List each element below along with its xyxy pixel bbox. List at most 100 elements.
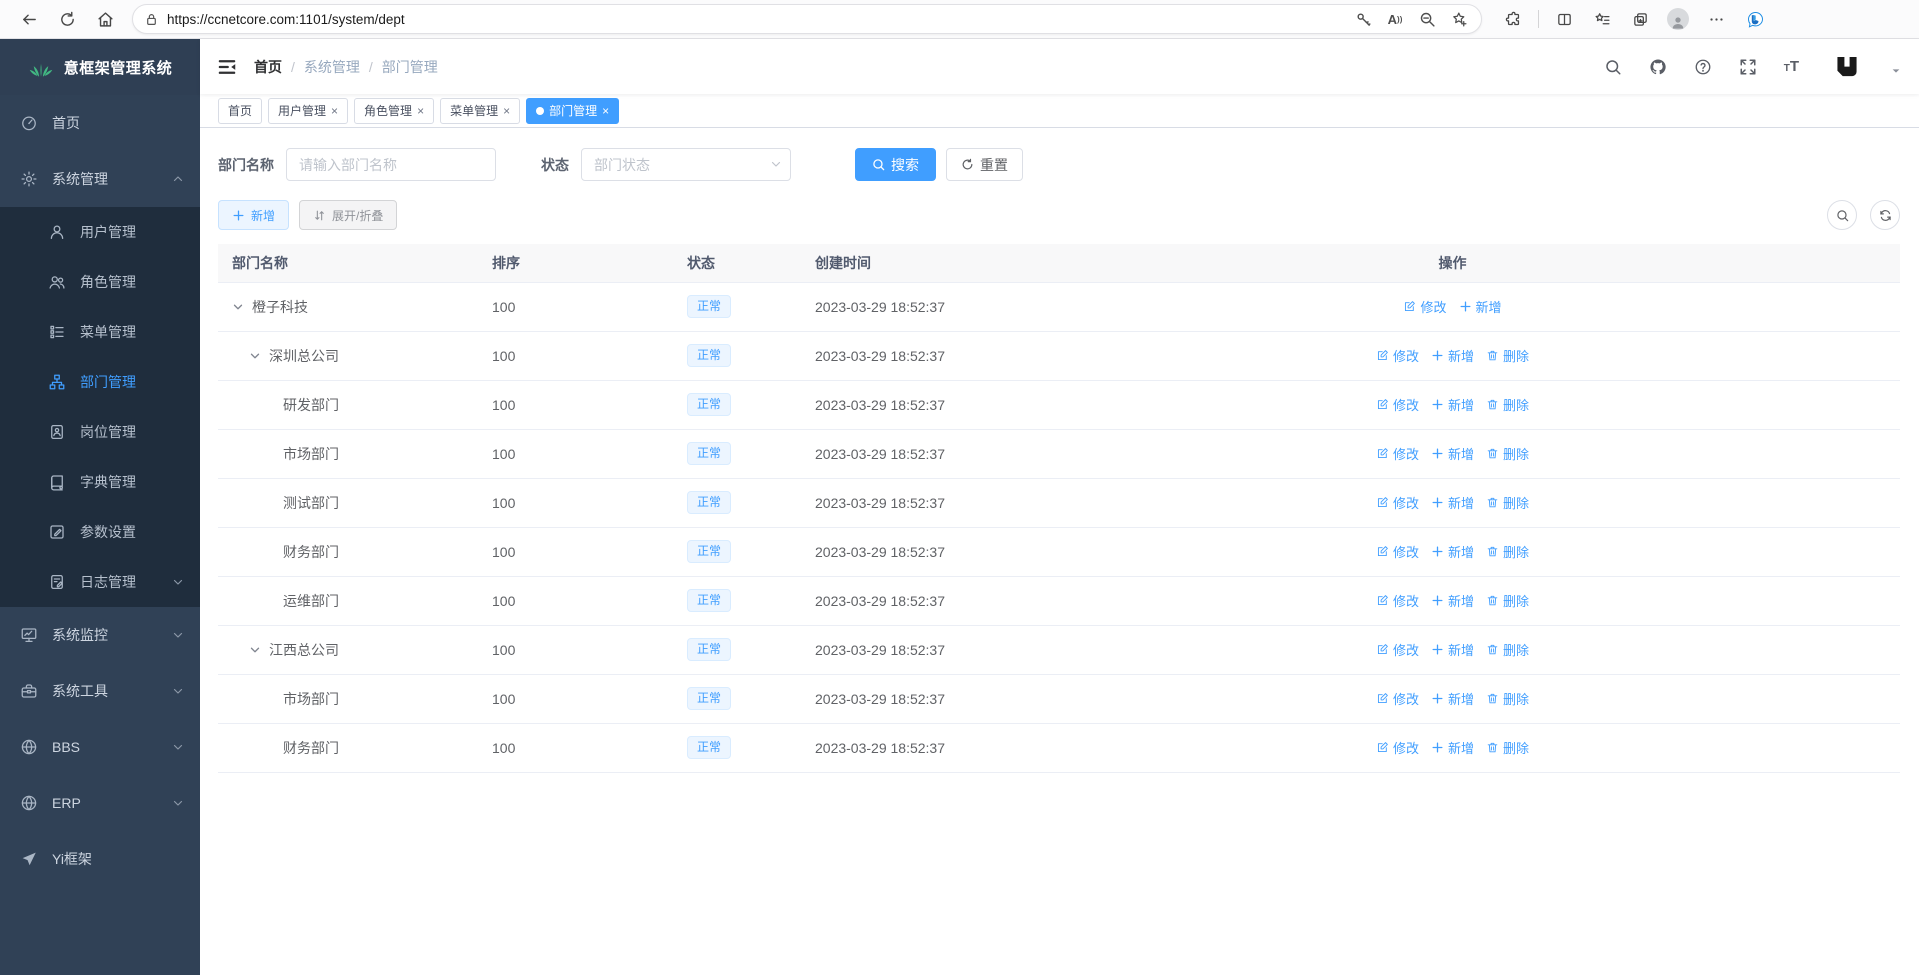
row-新增-link[interactable]: 新增: [1459, 297, 1502, 316]
row-修改-link[interactable]: 修改: [1403, 297, 1446, 316]
bing-discover-icon[interactable]: [1741, 5, 1769, 33]
tab-部门管理[interactable]: 部门管理×: [526, 98, 619, 124]
row-新增-link[interactable]: 新增: [1431, 493, 1474, 512]
row-删除-link[interactable]: 删除: [1486, 689, 1529, 708]
row-删除-link[interactable]: 删除: [1486, 493, 1529, 512]
status-badge: 正常: [687, 295, 731, 318]
row-修改-link[interactable]: 修改: [1376, 689, 1419, 708]
chevron-down-icon[interactable]: [1891, 66, 1901, 76]
sidebar-item-首页[interactable]: 首页: [0, 95, 200, 151]
sidebar-item-部门管理[interactable]: 部门管理: [0, 357, 200, 407]
created-time-cell: 2023-03-29 18:52:37: [805, 380, 1105, 429]
row-修改-link[interactable]: 修改: [1376, 542, 1419, 561]
sidebar-item-ERP[interactable]: ERP: [0, 775, 200, 831]
extensions-puzzle-icon[interactable]: [1498, 4, 1528, 34]
sidebar-item-BBS[interactable]: BBS: [0, 719, 200, 775]
expand-collapse-button[interactable]: 展开/折叠: [299, 200, 397, 230]
sidebar-item-Yi框架[interactable]: Yi框架: [0, 831, 200, 887]
zoom-out-icon[interactable]: [1413, 5, 1441, 33]
row-新增-link[interactable]: 新增: [1431, 542, 1474, 561]
plane-icon: [20, 850, 38, 868]
row-修改-link[interactable]: 修改: [1376, 640, 1419, 659]
row-删除-link[interactable]: 删除: [1486, 346, 1529, 365]
sidebar-item-参数设置[interactable]: 参数设置: [0, 507, 200, 557]
row-删除-link[interactable]: 删除: [1486, 591, 1529, 610]
sidebar-item-岗位管理[interactable]: 岗位管理: [0, 407, 200, 457]
tree-expand-caret[interactable]: [249, 350, 261, 362]
font-size-icon[interactable]: TT: [1784, 58, 1799, 75]
sidebar-item-系统管理[interactable]: 系统管理: [0, 151, 200, 207]
search-button[interactable]: 搜索: [855, 148, 936, 181]
password-key-icon[interactable]: [1349, 5, 1377, 33]
row-修改-link[interactable]: 修改: [1376, 738, 1419, 757]
status-select-input[interactable]: [581, 148, 791, 181]
tab-首页[interactable]: 首页: [218, 98, 262, 124]
yi-framework-logo[interactable]: [1832, 53, 1862, 80]
row-新增-link[interactable]: 新增: [1431, 640, 1474, 659]
operations-cell: 修改新增删除: [1105, 429, 1900, 478]
sidebar-item-角色管理[interactable]: 角色管理: [0, 257, 200, 307]
row-新增-link[interactable]: 新增: [1431, 738, 1474, 757]
show-search-toggle-button[interactable]: [1827, 200, 1857, 230]
refresh-table-button[interactable]: [1870, 200, 1900, 230]
row-修改-link[interactable]: 修改: [1376, 493, 1419, 512]
tree-expand-caret[interactable]: [249, 644, 261, 656]
plus-icon: [1431, 643, 1444, 656]
row-删除-link[interactable]: 删除: [1486, 444, 1529, 463]
row-新增-link[interactable]: 新增: [1431, 395, 1474, 414]
sidebar: 意框架管理系统 首页系统管理用户管理角色管理菜单管理部门管理岗位管理字典管理参数…: [0, 39, 200, 975]
collections-icon[interactable]: [1625, 4, 1655, 34]
read-aloud-icon[interactable]: A)): [1381, 5, 1409, 33]
fullscreen-icon[interactable]: [1739, 58, 1757, 76]
dept-name-input[interactable]: [286, 148, 496, 181]
sidebar-item-菜单管理[interactable]: 菜单管理: [0, 307, 200, 357]
close-icon[interactable]: ×: [417, 105, 424, 117]
sidebar-item-字典管理[interactable]: 字典管理: [0, 457, 200, 507]
row-新增-link[interactable]: 新增: [1431, 444, 1474, 463]
app-logo[interactable]: 意框架管理系统: [0, 39, 200, 95]
profile-avatar[interactable]: [1663, 4, 1693, 34]
row-删除-link[interactable]: 删除: [1486, 542, 1529, 561]
tab-用户管理[interactable]: 用户管理×: [268, 98, 348, 124]
row-删除-link[interactable]: 删除: [1486, 395, 1529, 414]
row-修改-link[interactable]: 修改: [1376, 591, 1419, 610]
close-icon[interactable]: ×: [602, 105, 609, 117]
address-bar[interactable]: https://ccnetcore.com:1101/system/dept A…: [132, 4, 1482, 34]
row-修改-link[interactable]: 修改: [1376, 444, 1419, 463]
browser-back-button[interactable]: [14, 4, 44, 34]
sidebar-item-日志管理[interactable]: 日志管理: [0, 557, 200, 607]
favorite-star-icon[interactable]: [1445, 5, 1473, 33]
row-新增-link[interactable]: 新增: [1431, 591, 1474, 610]
browser-home-button[interactable]: [90, 4, 120, 34]
row-修改-link[interactable]: 修改: [1376, 346, 1419, 365]
favorites-list-icon[interactable]: [1587, 4, 1617, 34]
reset-button[interactable]: 重置: [946, 148, 1023, 181]
split-screen-icon[interactable]: [1549, 4, 1579, 34]
status-select[interactable]: [581, 148, 791, 181]
help-question-icon[interactable]: [1694, 58, 1712, 76]
status-cell: 正常: [677, 478, 805, 527]
row-新增-link[interactable]: 新增: [1431, 346, 1474, 365]
tab-角色管理[interactable]: 角色管理×: [354, 98, 434, 124]
close-icon[interactable]: ×: [503, 105, 510, 117]
add-button[interactable]: 新增: [218, 200, 289, 230]
sidebar-collapse-icon[interactable]: [216, 56, 238, 78]
browser-refresh-button[interactable]: [52, 4, 82, 34]
row-删除-link[interactable]: 删除: [1486, 738, 1529, 757]
globe-icon: [20, 738, 38, 756]
row-删除-link[interactable]: 删除: [1486, 640, 1529, 659]
row-新增-link[interactable]: 新增: [1431, 689, 1474, 708]
breadcrumb-item-系统管理[interactable]: 系统管理: [304, 57, 360, 77]
sidebar-item-系统监控[interactable]: 系统监控: [0, 607, 200, 663]
header-search-icon[interactable]: [1604, 58, 1622, 76]
breadcrumb-item-首页[interactable]: 首页: [254, 57, 282, 77]
sidebar-item-系统工具[interactable]: 系统工具: [0, 663, 200, 719]
tree-expand-caret[interactable]: [232, 301, 244, 313]
order-cell: 100: [482, 380, 677, 429]
github-icon[interactable]: [1649, 58, 1667, 76]
sidebar-item-用户管理[interactable]: 用户管理: [0, 207, 200, 257]
row-修改-link[interactable]: 修改: [1376, 395, 1419, 414]
close-icon[interactable]: ×: [331, 105, 338, 117]
tab-菜单管理[interactable]: 菜单管理×: [440, 98, 520, 124]
browser-menu-dots-icon[interactable]: [1701, 4, 1731, 34]
